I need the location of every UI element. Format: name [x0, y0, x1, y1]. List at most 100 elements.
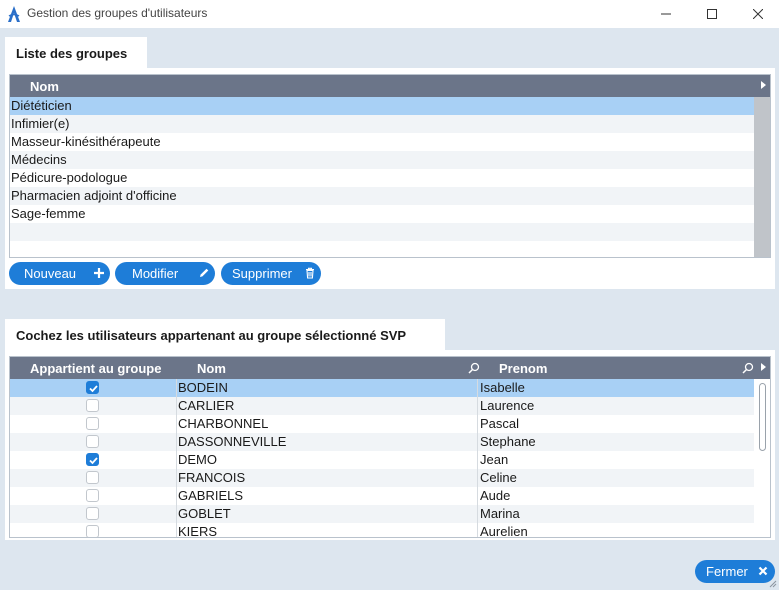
- group-row[interactable]: Masseur-kinésithérapeute: [10, 133, 754, 151]
- column-header-last-name[interactable]: Nom: [197, 361, 226, 376]
- user-first-name: Laurence: [480, 398, 535, 413]
- users-tab[interactable]: Cochez les utilisateurs appartenant au g…: [5, 319, 445, 351]
- user-row[interactable]: CHARBONNEL Pascal: [10, 415, 754, 433]
- column-menu-arrow-icon[interactable]: [761, 81, 766, 89]
- close-button[interactable]: Fermer: [695, 560, 775, 583]
- column-divider: [176, 379, 177, 397]
- group-row[interactable]: Médecins: [10, 151, 754, 169]
- column-divider: [176, 433, 177, 451]
- user-first-name: Marina: [480, 506, 520, 521]
- users-scrollbar-thumb[interactable]: [759, 383, 766, 451]
- empty-row: [10, 223, 754, 241]
- user-row[interactable]: FRANCOIS Celine: [10, 469, 754, 487]
- member-checkbox[interactable]: [86, 489, 99, 502]
- user-first-name: Aude: [480, 488, 511, 503]
- column-divider: [176, 415, 177, 433]
- new-group-label: Nouveau: [24, 266, 77, 281]
- member-checkbox[interactable]: [86, 435, 99, 448]
- maximize-button[interactable]: [689, 0, 735, 28]
- group-name: Médecins: [11, 152, 67, 167]
- column-header-first-name[interactable]: Prenom: [499, 361, 547, 376]
- plus-icon: [94, 268, 104, 278]
- user-row[interactable]: BODEIN Isabelle: [10, 379, 754, 397]
- column-divider: [477, 397, 478, 415]
- user-first-name: Isabelle: [480, 380, 525, 395]
- user-last-name: BODEIN: [178, 380, 228, 395]
- user-last-name: KIERS: [178, 524, 218, 538]
- groups-grid-header: Nom: [10, 75, 770, 97]
- close-window-button[interactable]: [735, 0, 779, 28]
- column-divider: [477, 433, 478, 451]
- group-row[interactable]: Sage-femme: [10, 205, 754, 223]
- column-divider: [176, 505, 177, 523]
- user-last-name: CARLIER: [178, 398, 235, 413]
- new-group-button[interactable]: Nouveau: [9, 262, 110, 285]
- group-row[interactable]: Diététicien: [10, 97, 754, 115]
- minimize-button[interactable]: [643, 0, 689, 28]
- user-last-name: DEMO: [178, 452, 217, 467]
- group-name: Pédicure-podologue: [11, 170, 128, 185]
- users-scrollbar[interactable]: [754, 379, 770, 537]
- delete-group-button[interactable]: Supprimer: [221, 262, 321, 285]
- column-divider: [176, 523, 177, 537]
- member-checkbox[interactable]: [86, 471, 99, 484]
- close-icon: [753, 9, 763, 19]
- minimize-icon: [661, 13, 671, 15]
- user-row[interactable]: DEMO Jean: [10, 451, 754, 469]
- checkmark-icon: [89, 457, 98, 465]
- group-row[interactable]: Pédicure-podologue: [10, 169, 754, 187]
- groups-scrollbar-thumb[interactable]: [754, 97, 770, 257]
- resize-grip-icon[interactable]: [767, 578, 777, 588]
- groups-panel: Nom Diététicien Infimier(e) Masseur-kinési…: [5, 68, 775, 289]
- window-title: Gestion des groupes d'utilisateurs: [27, 6, 208, 20]
- column-divider: [477, 415, 478, 433]
- title-bar: Gestion des groupes d'utilisateurs: [0, 0, 779, 28]
- member-checkbox[interactable]: [86, 381, 99, 394]
- column-menu-arrow-icon[interactable]: [761, 363, 766, 371]
- column-header-member[interactable]: Appartient au groupe: [30, 361, 161, 376]
- member-checkbox[interactable]: [86, 507, 99, 520]
- group-row[interactable]: Infimier(e): [10, 115, 754, 133]
- search-nom-icon[interactable]: [468, 362, 480, 374]
- column-divider: [176, 487, 177, 505]
- user-last-name: GOBLET: [178, 506, 231, 521]
- groups-grid[interactable]: Nom Diététicien Infimier(e) Masseur-kinési…: [9, 74, 771, 258]
- column-divider: [477, 505, 478, 523]
- empty-row: [10, 241, 754, 257]
- user-last-name: CHARBONNEL: [178, 416, 269, 431]
- column-divider: [477, 469, 478, 487]
- pencil-icon: [200, 268, 209, 277]
- column-divider: [176, 469, 177, 487]
- user-last-name: GABRIELS: [178, 488, 244, 503]
- users-grid-header: Appartient au groupe Nom Prenom: [10, 357, 770, 379]
- group-name: Sage-femme: [11, 206, 86, 221]
- user-last-name: DASSONNEVILLE: [178, 434, 287, 449]
- user-row[interactable]: DASSONNEVILLE Stephane: [10, 433, 754, 451]
- group-name: Pharmacien adjoint d'officine: [11, 188, 177, 203]
- user-first-name: Stephane: [480, 434, 536, 449]
- app-logo-icon: [8, 6, 20, 22]
- member-checkbox[interactable]: [86, 525, 99, 537]
- column-divider: [477, 451, 478, 469]
- user-first-name: Jean: [480, 452, 509, 467]
- groups-tab[interactable]: Liste des groupes: [5, 37, 147, 69]
- user-first-name: Celine: [480, 470, 517, 485]
- search-prenom-icon[interactable]: [742, 362, 754, 374]
- user-row[interactable]: KIERS Aurelien: [10, 523, 754, 538]
- user-row[interactable]: GABRIELS Aude: [10, 487, 754, 505]
- group-row[interactable]: Pharmacien adjoint d'officine: [10, 187, 754, 205]
- edit-group-button[interactable]: Modifier: [115, 262, 215, 285]
- users-grid[interactable]: Appartient au groupe Nom Prenom BODEIN Is…: [9, 356, 771, 538]
- users-panel: Appartient au groupe Nom Prenom BODEIN Is…: [5, 350, 775, 540]
- member-checkbox[interactable]: [86, 453, 99, 466]
- column-header-nom[interactable]: Nom: [30, 79, 59, 94]
- groups-scrollbar[interactable]: [754, 97, 770, 257]
- member-checkbox[interactable]: [86, 399, 99, 412]
- delete-group-label: Supprimer: [232, 266, 292, 281]
- close-x-icon: [758, 566, 768, 576]
- user-row[interactable]: GOBLET Marina: [10, 505, 754, 523]
- user-row[interactable]: CARLIER Laurence: [10, 397, 754, 415]
- close-label: Fermer: [706, 564, 748, 579]
- edit-group-label: Modifier: [132, 266, 179, 281]
- member-checkbox[interactable]: [86, 417, 99, 430]
